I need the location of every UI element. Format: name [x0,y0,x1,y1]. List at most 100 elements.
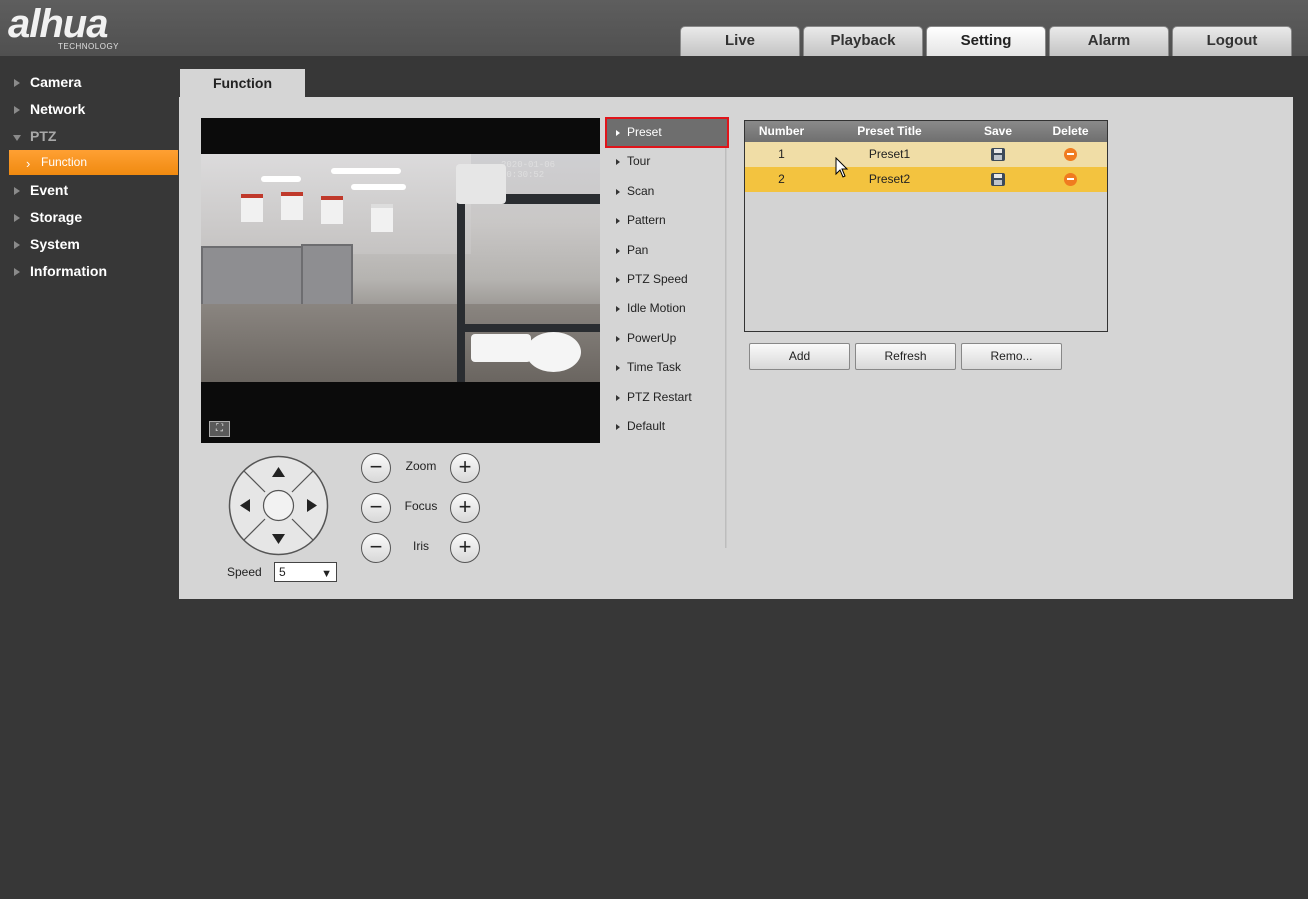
expand-arrow-icon [14,214,20,222]
sidebar-item-storage[interactable]: Storage [0,204,178,231]
arrow-right-icon [616,394,620,401]
sidebar-subitem-label: Function [41,155,88,169]
chevron-down-icon: ▼ [321,568,332,580]
table-row[interactable]: 2 Preset2 [745,167,1107,192]
tab-playback[interactable]: Playback [803,26,923,56]
table-row[interactable]: 1 Preset1 [745,142,1107,167]
menu-item-label: PowerUp [627,330,677,345]
delete-icon[interactable] [1064,148,1077,162]
mounted-bracket [456,164,506,204]
menu-item-scan[interactable]: Scan [606,177,728,206]
mouse-pointer-icon [835,157,849,178]
menu-item-ptz-restart[interactable]: PTZ Restart [606,383,728,412]
sidebar-item-system[interactable]: System [0,231,178,258]
menu-item-label: Pan [627,242,649,257]
tab-setting[interactable]: Setting [926,26,1046,56]
focus-far-button[interactable]: + [450,493,480,523]
arrow-right-icon [616,247,620,254]
sidebar-item-ptz[interactable]: PTZ [0,123,178,150]
menu-item-pan[interactable]: Pan [606,236,728,265]
sidebar-item-network[interactable]: Network [0,96,178,123]
zoom-in-button[interactable]: + [450,453,480,483]
wall-poster [281,192,303,220]
tab-live[interactable]: Live [680,26,800,56]
focus-near-button[interactable]: − [361,493,391,523]
sidebar-item-label: Event [30,182,69,198]
fullscreen-icon[interactable]: ⛶ [209,421,230,437]
sidebar-item-camera[interactable]: Camera [0,69,178,96]
speed-label: Speed [227,565,262,579]
remove-all-button[interactable]: Remo... [961,343,1062,370]
save-icon[interactable] [991,148,1005,162]
sidebar-item-event[interactable]: Event [0,177,178,204]
delete-icon[interactable] [1064,173,1077,187]
table-header: Number Preset Title Save Delete [745,121,1107,142]
arrow-right-icon [616,159,620,166]
menu-item-label: Scan [627,183,655,198]
menu-item-pattern[interactable]: Pattern [606,206,728,235]
preset-number: 1 [778,147,785,161]
tab-alarm[interactable]: Alarm [1049,26,1169,56]
expand-arrow-icon [14,268,20,276]
dahua-logo: alhua TECHNOLOGY [8,2,168,52]
arrow-right-icon [616,130,620,136]
focus-label: Focus [404,499,438,513]
ceiling-light [261,176,301,182]
column-header-delete: Delete [1052,124,1089,138]
metal-shelf [457,324,600,332]
preset-table: Number Preset Title Save Delete 1 Preset… [744,120,1108,332]
ptz-direction-pad[interactable] [228,455,329,556]
ceiling-light [331,168,401,174]
expand-arrow-icon [14,241,20,249]
tab-function[interactable]: Function [180,69,305,98]
preset-number: 2 [778,172,785,186]
menu-item-default[interactable]: Default [606,412,728,441]
live-video-preview[interactable]: 2020-01-06 10:30:52 ⛶ [201,118,600,443]
expand-arrow-icon [14,187,20,195]
arrow-right-icon [616,218,620,225]
menu-item-label: Pattern [627,213,666,228]
sidebar-item-label: System [30,236,80,252]
arrow-right-icon [616,335,620,342]
refresh-button[interactable]: Refresh [855,343,956,370]
speed-select[interactable]: 5 ▼ [274,562,337,582]
save-cell [961,167,1035,192]
sidebar-item-information[interactable]: Information [0,258,178,285]
zoom-label: Zoom [405,459,437,473]
camera-box [471,334,531,362]
expand-arrow-icon [14,79,20,87]
menu-item-idle-motion[interactable]: Idle Motion [606,294,728,323]
menu-item-label: PTZ Restart [627,389,692,404]
menu-item-powerup[interactable]: PowerUp [606,324,728,353]
save-icon[interactable] [991,173,1005,187]
sidebar-item-label: Camera [30,74,82,90]
iris-close-button[interactable]: − [361,533,391,563]
chevron-right-icon: › [26,156,31,171]
iris-open-button[interactable]: + [450,533,480,563]
save-cell [961,142,1035,167]
ptz-function-menu: Preset Tour Scan Pattern Pan PTZ Speed I… [605,116,729,441]
sidebar-item-label: PTZ [30,128,57,144]
menu-item-label: Idle Motion [627,301,686,316]
sidebar-item-label: Network [30,101,86,117]
menu-item-ptz-speed[interactable]: PTZ Speed [606,265,728,294]
collapse-arrow-icon [13,135,21,141]
menu-item-time-task[interactable]: Time Task [606,353,728,382]
menu-item-label: PTZ Speed [627,271,688,286]
menu-item-preset[interactable]: Preset [605,116,729,149]
tab-logout[interactable]: Logout [1172,26,1292,56]
logo-subtitle: TECHNOLOGY [58,42,120,51]
arrow-right-icon [616,188,620,195]
top-navigation: Live Playback Setting Alarm Logout [680,26,1295,56]
arrow-right-icon [616,276,620,283]
sidebar-subitem-function[interactable]: › Function [9,150,178,175]
menu-item-tour[interactable]: Tour [606,147,728,176]
video-timestamp: 2020-01-06 10:30:52 [501,160,556,180]
ceiling-light [351,184,406,190]
metal-shelf [457,202,465,382]
wall-poster [371,204,393,232]
zoom-out-button[interactable]: − [361,453,391,483]
wall-poster [321,196,343,224]
logo-wordmark: alhua [8,2,108,46]
add-button[interactable]: Add [749,343,850,370]
